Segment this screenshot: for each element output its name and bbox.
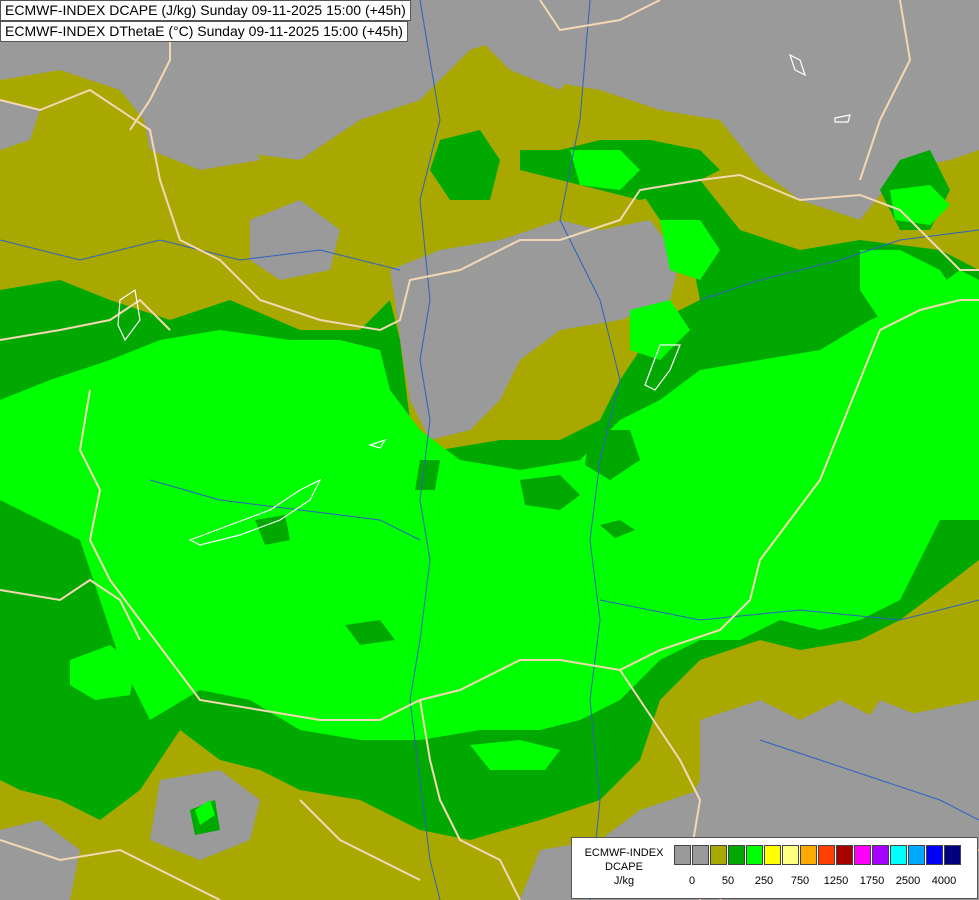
legend-swatch [818,845,835,865]
legend-swatch [800,845,817,865]
legend-swatches [674,845,962,865]
legend-swatch [944,845,961,865]
legend-swatch [890,845,907,865]
legend-tick-label: 750 [790,875,810,887]
legend-swatch [908,845,925,865]
legend-ticks: 0 50 250 750 1250 1750 2500 4000 [674,875,974,889]
legend-tick-label: 4000 [931,875,957,887]
legend-swatch [674,845,691,865]
legend-label-model: ECMWF-INDEX [584,847,664,859]
color-legend: ECMWF-INDEX DCAPE J/kg 0 50 250 750 1250 1750… [571,837,978,899]
map-title-dthetae: ECMWF-INDEX DThetaE (°C) Sunday 09-11-20… [0,21,408,42]
legend-tick-label: 250 [754,875,774,887]
legend-tick-label: 0 [688,875,696,887]
legend-swatch [710,845,727,865]
legend-swatch [836,845,853,865]
legend-tick-label: 2500 [895,875,921,887]
legend-tick-label: 1750 [859,875,885,887]
legend-swatch [746,845,763,865]
legend-label-unit: J/kg [613,875,635,887]
dcape-map [0,0,979,900]
legend-swatch [872,845,889,865]
legend-label-parameter: DCAPE [605,861,643,873]
legend-swatch [692,845,709,865]
legend-swatch [728,845,745,865]
legend-swatch [782,845,799,865]
legend-swatch [926,845,943,865]
legend-swatch [764,845,781,865]
map-title-dcape: ECMWF-INDEX DCAPE (J/kg) Sunday 09-11-20… [0,0,411,21]
legend-tick-label: 50 [721,875,735,887]
legend-label: ECMWF-INDEX DCAPE J/kg [576,846,672,888]
legend-swatch [854,845,871,865]
legend-tick-label: 1250 [823,875,849,887]
